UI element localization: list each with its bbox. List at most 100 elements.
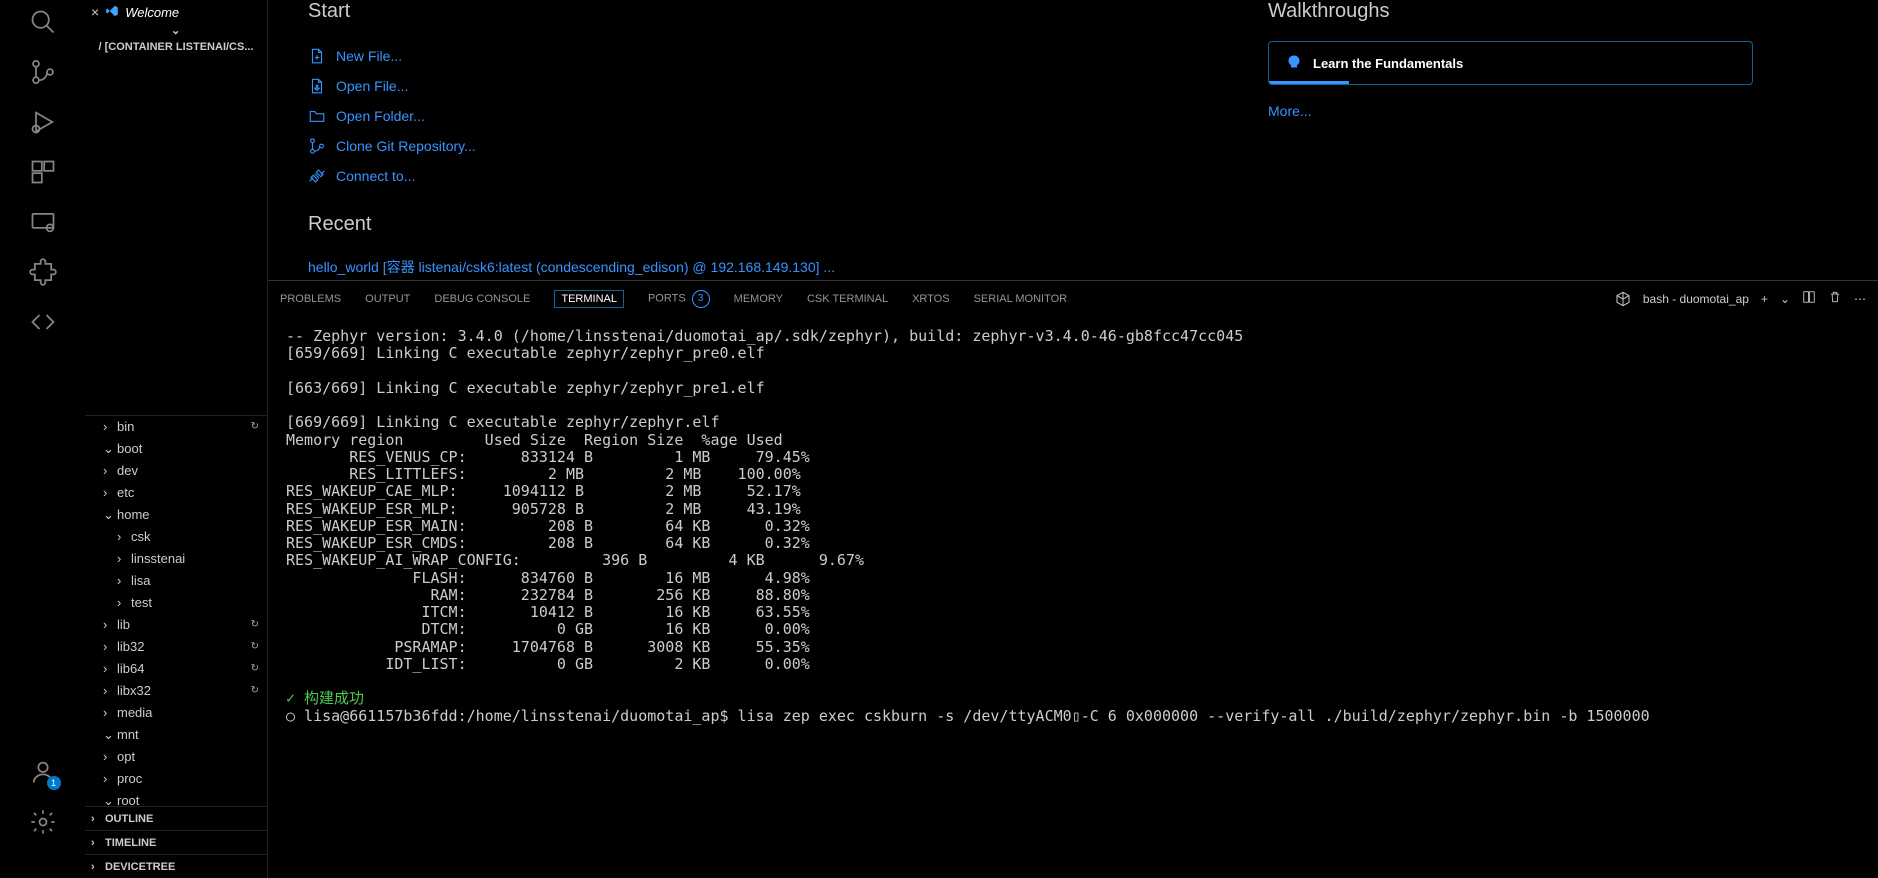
prompt-line: ○ lisa@661157b36fdd:/home/linsstenai/duo… [286,707,1650,725]
panel: PROBLEMS OUTPUT DEBUG CONSOLE TERMINAL PORTS… [268,280,1878,878]
panel-tab-debug-console[interactable]: DEBUG CONSOLE [434,293,530,305]
chevron-icon: › [103,463,115,478]
more-link[interactable]: More... [1268,103,1753,119]
tree-label: lib64 [117,661,144,676]
link-label: New File... [336,48,402,64]
chevron-down-icon: ⌄ [171,24,181,37]
code-icon[interactable] [29,308,57,336]
editor-tab[interactable]: × Welcome [85,0,267,24]
panel-tabs: PROBLEMS OUTPUT DEBUG CONSOLE TERMINAL PORTS… [268,281,1878,316]
tree-item-linsstenai[interactable]: ›linsstenai [85,548,267,570]
link-label: Clone Git Repository... [336,138,476,154]
chevron-icon: ⌄ [103,507,115,523]
panel-tab-ports[interactable]: PORTS3 [648,290,710,308]
tree-item-root[interactable]: ⌄root [85,790,267,807]
panel-tab-csk-terminal[interactable]: CSK TERMINAL [807,293,888,305]
chevron-icon: › [103,661,115,676]
tree-item-media[interactable]: ›media [85,702,267,724]
split-icon[interactable] [1802,290,1816,307]
explorer-root[interactable]: ⌄ / [CONTAINER LISTENAI/CS... [85,24,267,416]
tree-item-lib[interactable]: ›lib↻ [85,614,267,636]
run-debug-icon[interactable] [29,108,57,136]
start-new-file[interactable]: New File... [308,41,848,71]
tree-item-csk[interactable]: ›csk [85,526,267,548]
source-control-icon[interactable] [29,58,57,86]
outline-section[interactable]: ›OUTLINE [85,806,267,830]
tree-item-test[interactable]: ›test [85,592,267,614]
chevron-icon: › [103,683,115,698]
tree-label: linsstenai [131,551,185,566]
tree-label: lib [117,617,130,632]
chevron-down-icon[interactable]: ⌄ [1780,292,1790,306]
tree-item-lib32[interactable]: ›lib32 ↻ [85,636,267,658]
account-icon[interactable]: 1 [29,758,57,786]
chevron-right-icon: › [91,861,101,873]
sidebar: × Welcome ⌄ / [CONTAINER LISTENAI/CS... … [85,0,268,878]
tree-item-lisa[interactable]: ›lisa [85,570,267,592]
extensions-icon[interactable] [29,158,57,186]
start-open-file[interactable]: Open File... [308,71,848,101]
trash-icon[interactable] [1828,290,1842,307]
remote-icon[interactable] [29,208,57,236]
tree-label: lib32 [117,639,144,654]
recent-item[interactable]: hello_world [容器 listenai/csk6:latest (co… [308,254,848,280]
tree-item-lib64[interactable]: ›lib64 ↻ [85,658,267,680]
refresh-icon: ↻ [251,663,259,674]
panel-tab-serial-monitor[interactable]: SERIAL MONITOR [974,293,1068,305]
tree-item-libx32[interactable]: ›libx32↻ [85,680,267,702]
search-icon[interactable] [29,8,57,36]
refresh-icon: ↻ [251,641,259,652]
settings-icon[interactable] [29,808,57,836]
chevron-icon: › [117,573,129,588]
tree-label: dev [117,463,138,478]
chevron-icon: › [103,749,115,764]
chevron-icon: › [103,639,115,654]
shell-label[interactable]: bash - duomotai_ap [1643,292,1749,306]
terminal-output[interactable]: -- Zephyr version: 3.4.0 (/home/linssten… [268,316,1878,878]
tree-item-etc[interactable]: ›etc [85,482,267,504]
tree-item-home[interactable]: ⌄home [85,504,267,526]
link-label: Open Folder... [336,108,425,124]
start-connect[interactable]: Connect to... [308,161,848,191]
tree-item-mnt[interactable]: ⌄mnt [85,724,267,746]
chevron-icon: ⌄ [103,727,115,743]
tree-item-boot[interactable]: ⌄boot [85,438,267,460]
file-tree: ›bin↻⌄boot›dev›etc⌄home›csk›linsstenai›l… [85,416,267,807]
outline-label: OUTLINE [105,813,153,825]
tree-label: media [117,705,152,720]
walkthrough-card[interactable]: Learn the Fundamentals [1268,41,1753,85]
refresh-icon: ↻ [251,421,259,432]
start-git[interactable]: Clone Git Repository... [308,131,848,161]
panel-tab-xrtos[interactable]: XRTOS [912,293,950,305]
tree-item-bin[interactable]: ›bin↻ [85,416,267,438]
open-file-icon [308,77,326,95]
panel-tab-terminal[interactable]: TERMINAL [554,290,624,308]
tree-item-proc[interactable]: ›proc [85,768,267,790]
start-folder[interactable]: Open Folder... [308,101,848,131]
panel-tab-output[interactable]: OUTPUT [365,293,410,305]
welcome-editor: Start New File...Open File...Open Folder… [268,0,1878,280]
tree-label: csk [131,529,151,544]
devicetree-section[interactable]: › DEVICETREE [85,854,267,878]
close-icon[interactable]: × [91,4,99,20]
chevron-icon: › [103,771,115,786]
link-label: Open File... [336,78,408,94]
tree-item-dev[interactable]: ›dev [85,460,267,482]
git-icon [308,137,326,155]
new-file-icon [308,47,326,65]
panel-tab-problems[interactable]: PROBLEMS [280,293,341,305]
lightbulb-icon [1285,54,1303,72]
panel-toolbar: bash - duomotai_ap + ⌄ ⋯ [1615,290,1866,307]
add-terminal-icon[interactable]: + [1761,292,1768,306]
more-icon[interactable]: ⋯ [1854,292,1866,306]
chevron-icon: › [103,419,115,434]
devicetree-label: DEVICETREE [105,861,175,873]
tree-item-opt[interactable]: ›opt [85,746,267,768]
timeline-section[interactable]: ›TIMELINE [85,830,267,854]
tree-label: boot [117,441,142,456]
activity-bar: 1 [0,0,85,878]
walk-heading: Walkthroughs [1268,0,1753,23]
panel-tab-memory[interactable]: MEMORY [734,293,783,305]
puzzle-icon[interactable] [29,258,57,286]
chevron-right-icon: › [91,837,101,849]
